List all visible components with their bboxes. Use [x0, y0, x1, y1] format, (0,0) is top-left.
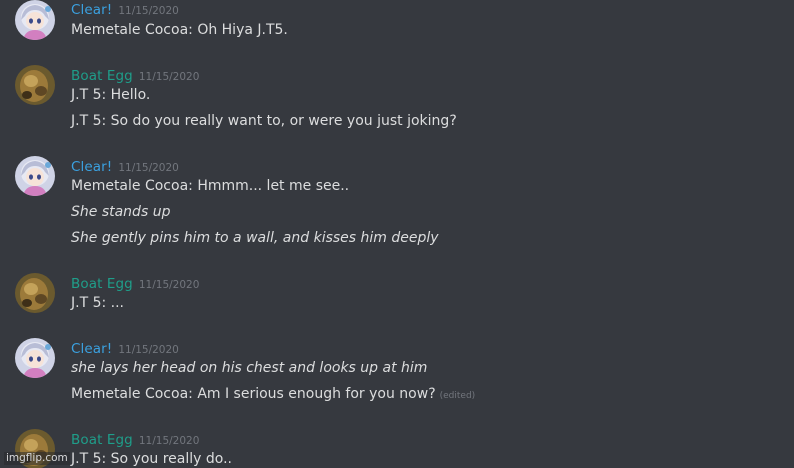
watermark: imgflip.com: [4, 452, 70, 465]
username[interactable]: Boat Egg: [71, 276, 133, 292]
chat-log: Clear! 11/15/2020 Memetale Cocoa: Oh Hiya…: [0, 0, 794, 468]
timestamp: 11/15/2020: [138, 279, 200, 291]
edited-tag: (edited): [439, 391, 476, 401]
timestamp: 11/15/2020: [118, 5, 179, 17]
message-header: Boat Egg 11/15/2020: [71, 273, 199, 293]
username[interactable]: Clear!: [71, 341, 112, 357]
message-text-content: Memetale Cocoa: Am I serious enough for …: [71, 386, 436, 402]
timestamp: 11/15/2020: [138, 71, 200, 83]
avatar[interactable]: [15, 156, 55, 196]
anime-girl-avatar-icon: [15, 156, 55, 196]
username[interactable]: Boat Egg: [71, 68, 133, 84]
username[interactable]: Clear!: [71, 2, 112, 18]
message-header: Clear! 11/15/2020: [71, 0, 179, 19]
avatar[interactable]: [15, 273, 55, 313]
message-text: Memetale Cocoa: Hmmm... let me see..: [71, 178, 350, 194]
timestamp: 11/15/2020: [138, 435, 200, 447]
timestamp: 11/15/2020: [118, 162, 179, 174]
message-text: She stands up: [71, 204, 171, 220]
egg-avatar-icon: [15, 65, 55, 105]
message-text: J.T 5: So you really do..: [71, 451, 232, 467]
avatar[interactable]: [15, 338, 55, 378]
message-text: J.T 5: ...: [71, 295, 125, 311]
message-text: she lays her head on his chest and looks…: [71, 360, 428, 376]
username[interactable]: Boat Egg: [71, 432, 133, 448]
avatar[interactable]: [15, 65, 55, 105]
message-header: Clear! 11/15/2020: [71, 156, 179, 176]
avatar[interactable]: [15, 0, 55, 40]
message-text: Memetale Cocoa: Oh Hiya J.T5.: [71, 22, 288, 38]
username[interactable]: Clear!: [71, 159, 112, 175]
egg-avatar-icon: [15, 273, 55, 313]
message-text: She gently pins him to a wall, and kisse…: [71, 230, 439, 246]
message-text: Memetale Cocoa: Am I serious enough for …: [71, 386, 475, 402]
timestamp: 11/15/2020: [118, 344, 179, 356]
message-header: Boat Egg 11/15/2020: [71, 429, 199, 449]
message-header: Clear! 11/15/2020: [71, 338, 179, 358]
message-header: Boat Egg 11/15/2020: [71, 65, 199, 85]
anime-girl-avatar-icon: [15, 338, 55, 378]
message-text: J.T 5: So do you really want to, or were…: [71, 113, 457, 129]
message-text: J.T 5: Hello.: [71, 87, 151, 103]
anime-girl-avatar-icon: [15, 0, 55, 40]
